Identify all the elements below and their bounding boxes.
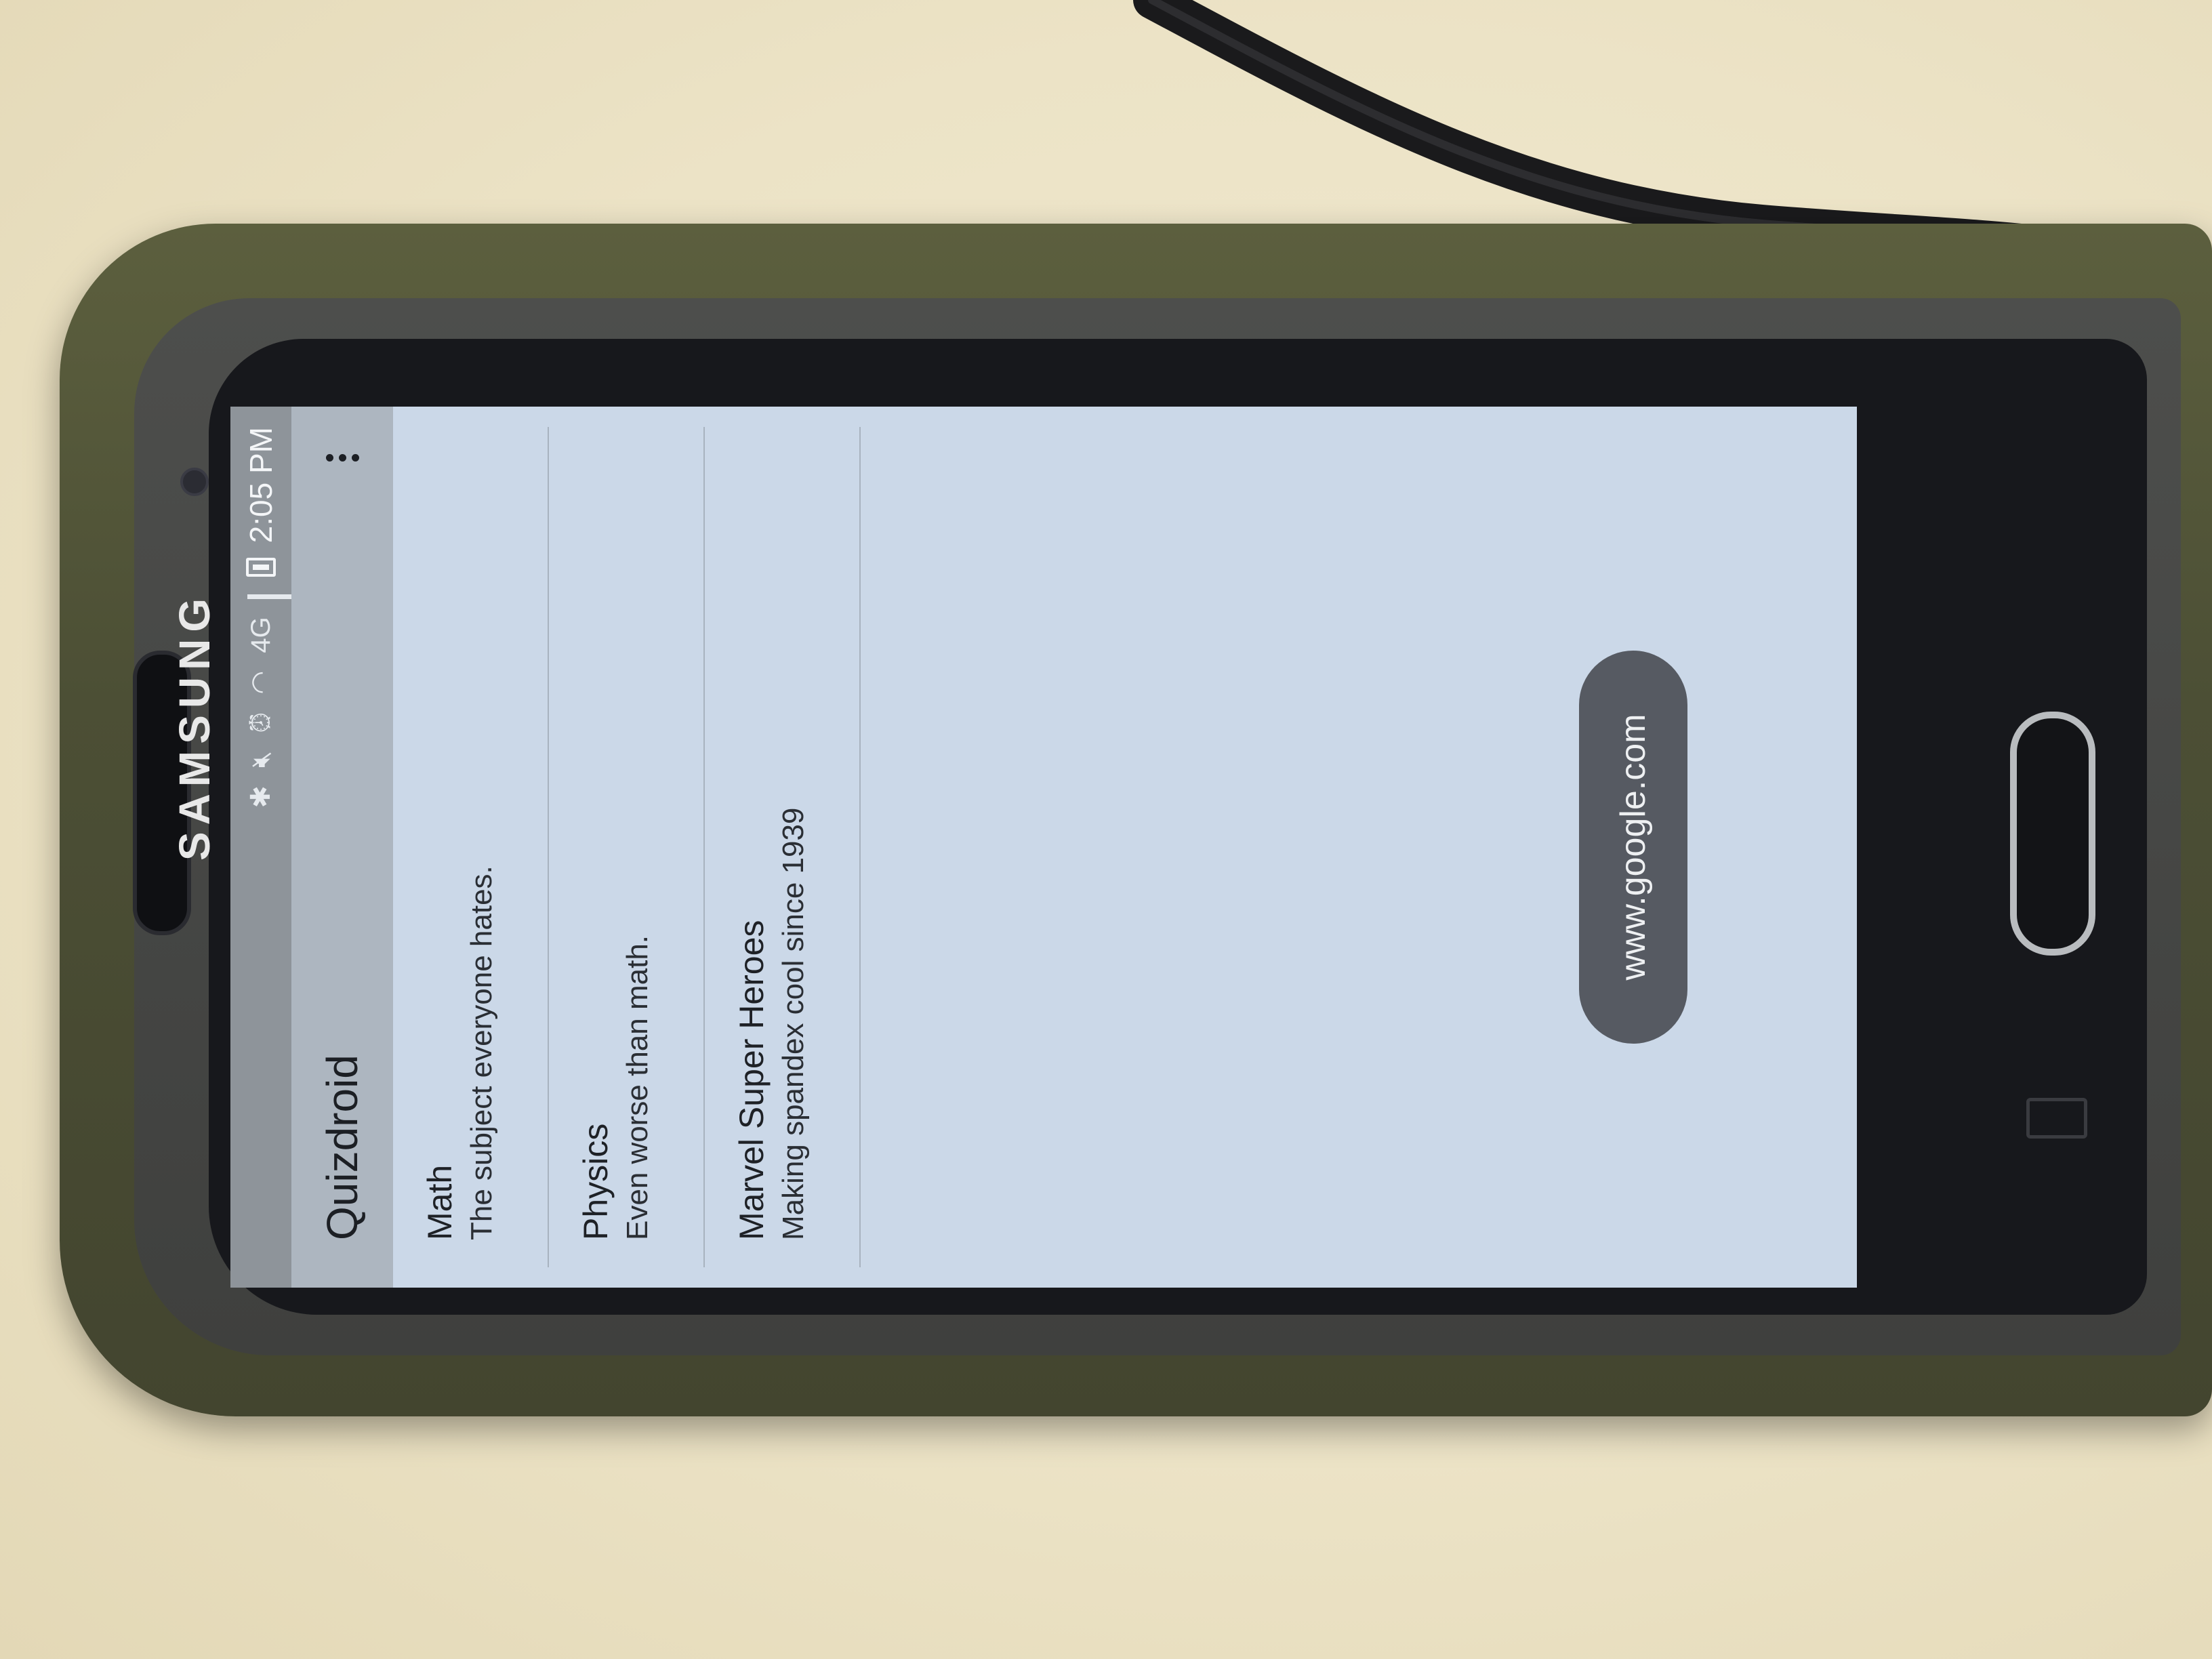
quiz-list: Math The subject everyone hates. Physics… [393, 407, 861, 1288]
item-title: Math [421, 1164, 459, 1240]
item-subtitle: Even worse than math. [621, 935, 654, 1240]
recent-apps-key[interactable] [2026, 1098, 2087, 1139]
item-subtitle: Making spandex cool since 1939 [777, 807, 810, 1240]
list-item-physics[interactable]: Physics Even worse than math. [549, 427, 705, 1267]
status-time: 2:05 PM [243, 427, 279, 544]
wifi-icon: ◠ [246, 670, 276, 695]
overflow-menu-icon[interactable] [319, 441, 366, 475]
action-bar: Quizdroid [291, 407, 393, 1288]
status-bar: ✱ 🔇︎ ⏰︎ ◠ 4G 2:05 PM [230, 407, 307, 1288]
item-title: Marvel Super Heroes [733, 920, 771, 1240]
bluetooth-icon: ✱ [246, 785, 276, 808]
signal-icon [247, 594, 307, 600]
network-type: 4G [245, 617, 276, 653]
battery-charging-icon [246, 558, 276, 577]
mute-icon: 🔇︎ [245, 750, 276, 768]
list-item-math[interactable]: Math The subject everyone hates. [393, 427, 549, 1267]
phone-screen: ✱ 🔇︎ ⏰︎ ◠ 4G 2:05 PM Quizdroid Math The … [230, 407, 1857, 1288]
list-item-marvel-super-heroes[interactable]: Marvel Super Heroes Making spandex cool … [705, 427, 861, 1267]
front-camera [180, 468, 209, 496]
alarm-icon: ⏰︎ [245, 712, 276, 733]
home-button[interactable] [2010, 712, 2095, 956]
app-title: Quizdroid [318, 1054, 367, 1240]
item-subtitle: The subject everyone hates. [465, 865, 498, 1240]
toast-message: www.google.com [1579, 651, 1687, 1044]
status-icons: ✱ 🔇︎ ⏰︎ ◠ 4G [245, 558, 307, 808]
item-title: Physics [577, 1123, 615, 1240]
brand-logo: SAMSUNG [170, 591, 219, 861]
